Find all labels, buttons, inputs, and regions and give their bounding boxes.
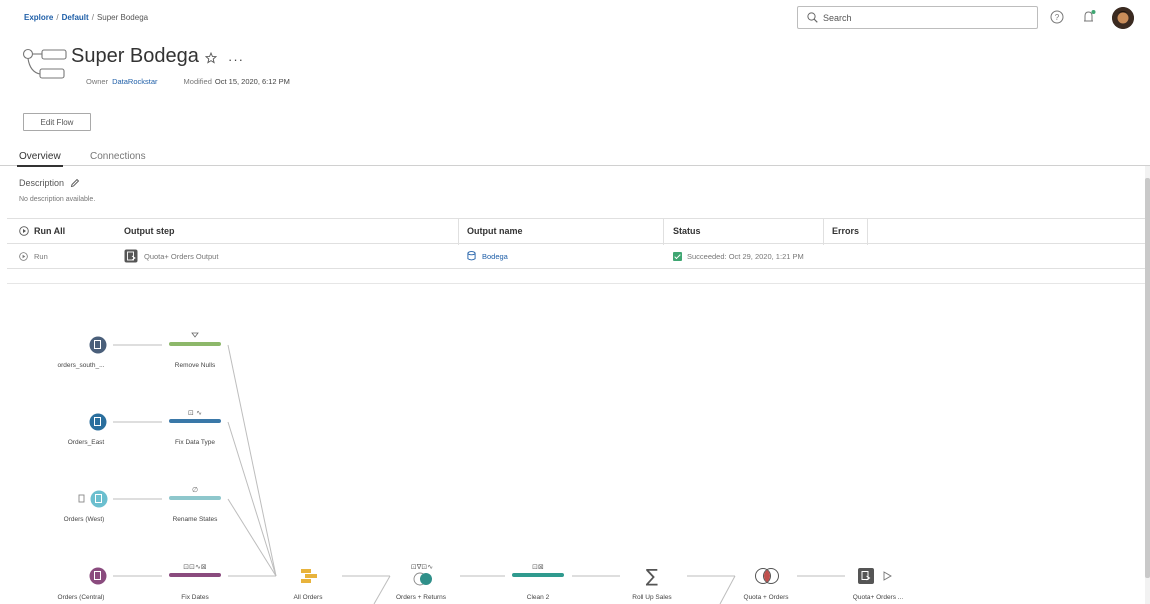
input-label: orders_south_...	[57, 362, 105, 369]
svg-text:⊡⊠: ⊡⊠	[532, 563, 544, 571]
modified-value: Oct 15, 2020, 6:12 PM	[214, 77, 290, 86]
join-node-icon[interactable]: ⊡∇⊡∿	[402, 562, 442, 586]
star-icon[interactable]	[205, 52, 217, 64]
bell-icon[interactable]	[1081, 9, 1097, 25]
svg-text:⊡⊡∿⊠: ⊡⊡∿⊠	[183, 563, 206, 571]
header-output-name: Output name	[467, 226, 523, 236]
step-label: Quota + Orders	[743, 594, 789, 601]
datasource-icon	[467, 251, 476, 261]
tab-connections[interactable]: Connections	[90, 151, 146, 162]
description-label: Description	[19, 178, 65, 188]
clean-step-label: Rename States	[172, 516, 218, 523]
edit-flow-button[interactable]: Edit Flow	[23, 113, 91, 131]
description-value: No description available.	[19, 196, 96, 203]
clean-step-label: Remove Nulls	[174, 362, 216, 369]
aggregate-node-icon[interactable]: ∑	[644, 566, 660, 586]
union-node-icon[interactable]	[299, 567, 319, 585]
header-output-step: Output step	[124, 226, 175, 236]
clean-step-node[interactable]: ⊡⊠	[512, 562, 564, 578]
input-node-icon[interactable]	[78, 490, 108, 508]
header-errors: Errors	[832, 226, 860, 236]
output-step-cell: Quota+ Orders Output	[124, 244, 218, 268]
tab-bar: Overview Connections	[0, 148, 1150, 167]
step-label: Clean 2	[526, 594, 550, 601]
clean-step-node[interactable]: ⊡⊡∿⊠	[169, 562, 221, 578]
svg-text:?: ?	[1055, 13, 1060, 22]
clean-step-label: Fix Data Type	[175, 439, 215, 446]
clean-step-node[interactable]	[169, 331, 221, 347]
table-header: Run All Output step Output name Status E…	[7, 218, 1145, 245]
input-node-icon[interactable]	[89, 336, 107, 354]
svg-text:∑: ∑	[646, 566, 658, 586]
clean-step-node[interactable]: ∅	[169, 485, 221, 501]
input-node-icon[interactable]	[89, 413, 107, 431]
flow-icon	[22, 48, 67, 79]
breadcrumb: Explore / Default / Super Bodega	[24, 13, 149, 22]
output-name-link[interactable]: Bodega	[482, 252, 508, 261]
run-label: Run	[34, 251, 48, 261]
input-label: Orders_East	[67, 439, 105, 446]
pencil-icon[interactable]	[70, 178, 80, 188]
flow-meta: Owner DataRockstar Modified Oct 15, 2020, 6…	[86, 77, 290, 86]
breadcrumb-current: Super Bodega	[96, 13, 149, 22]
tab-overview[interactable]: Overview	[17, 151, 63, 167]
output-name-cell[interactable]: Bodega	[467, 244, 508, 268]
run-all-button[interactable]: Run All	[19, 219, 65, 243]
input-node-icon[interactable]	[89, 567, 107, 585]
run-all-label: Run All	[34, 226, 66, 236]
help-icon[interactable]: ?	[1050, 10, 1064, 24]
svg-text:⊡∇⊡∿: ⊡∇⊡∿	[411, 563, 433, 571]
search-icon	[807, 12, 818, 23]
clean-step-label: Fix Dates	[181, 594, 209, 601]
status-value: Succeeded: Oct 29, 2020, 1:21 PM	[687, 251, 804, 261]
top-bar: Explore/Default/Super Bodega ?	[0, 0, 1150, 40]
owner-link[interactable]: DataRockstar	[112, 77, 157, 86]
output-step-icon	[124, 249, 138, 263]
breadcrumb-explore[interactable]: Explore	[24, 13, 53, 22]
table-row: Run Quota+ Orders Output Bodega Succeede…	[7, 244, 1145, 269]
breadcrumb-default[interactable]: Default	[62, 13, 89, 22]
search-box[interactable]	[797, 6, 1038, 29]
run-button[interactable]: Run	[19, 244, 48, 268]
output-step-value: Quota+ Orders Output	[144, 251, 219, 261]
step-label: Quota+ Orders ...	[852, 594, 904, 601]
flow-canvas[interactable]: orders_south_... Orders_East Orders (Wes…	[0, 284, 1145, 604]
clean-step-node[interactable]: ⊡ ∿	[169, 408, 221, 424]
scrollbar-thumb[interactable]	[1145, 178, 1150, 578]
join-node-icon[interactable]	[752, 567, 782, 585]
output-node-icon[interactable]	[857, 567, 895, 585]
play-icon	[19, 226, 29, 236]
avatar[interactable]	[1112, 7, 1134, 29]
step-label: All Orders	[293, 594, 323, 601]
status-cell: Succeeded: Oct 29, 2020, 1:21 PM	[673, 244, 804, 268]
step-label: Roll Up Sales	[632, 594, 672, 601]
owner-label: Owner	[86, 77, 109, 86]
more-icon[interactable]: ···	[228, 52, 244, 67]
search-input[interactable]	[823, 10, 1028, 26]
header-status: Status	[673, 226, 701, 236]
modified-label: Modified	[183, 77, 212, 86]
play-icon	[19, 251, 28, 261]
scrollbar[interactable]	[1145, 166, 1150, 604]
input-label: Orders (West)	[63, 516, 105, 523]
page-title: Super Bodega	[71, 45, 199, 67]
svg-text:∅: ∅	[192, 486, 198, 494]
input-label: Orders (Central)	[57, 594, 105, 601]
svg-text:⊡ ∿: ⊡ ∿	[188, 409, 202, 417]
step-label: Orders + Returns	[395, 594, 447, 601]
success-check-icon	[673, 251, 682, 261]
